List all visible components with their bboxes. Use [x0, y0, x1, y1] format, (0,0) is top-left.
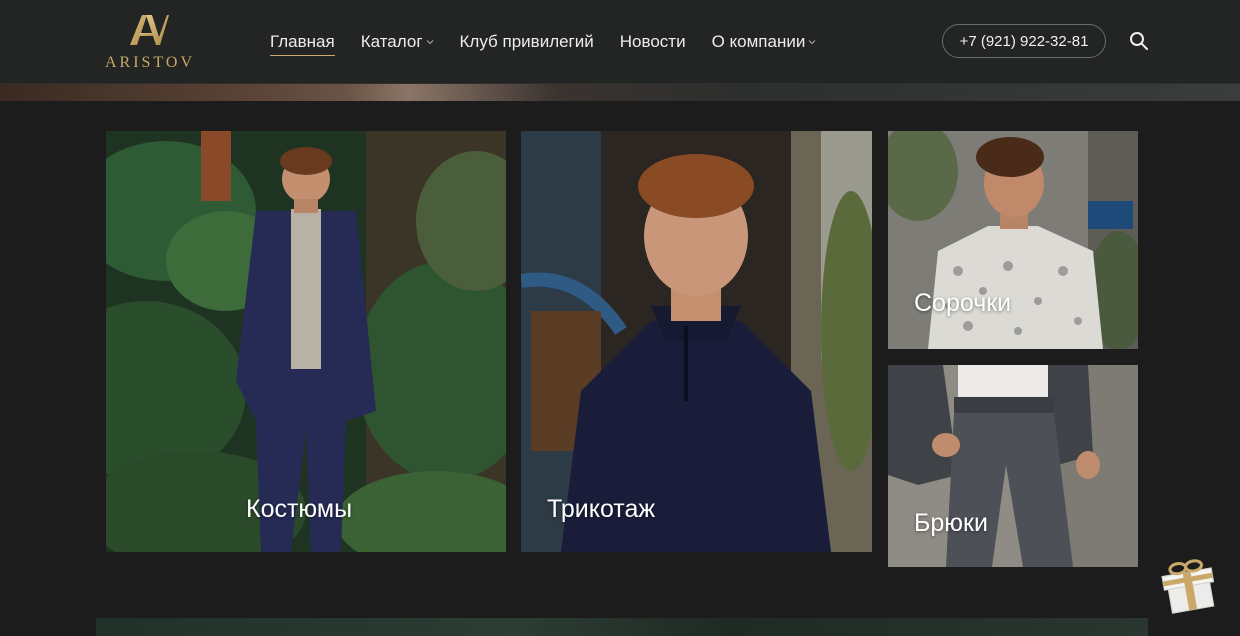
page: ARISTOV Главная Каталог Клуб привилегий …: [0, 0, 1240, 636]
nav-item-news[interactable]: Новости: [620, 30, 686, 54]
category-tile-shirts[interactable]: Сорочки: [888, 131, 1138, 349]
next-section-edge: [96, 618, 1148, 636]
knitwear-photo: [521, 131, 872, 552]
suits-photo: [106, 131, 506, 552]
nav-item-label: Новости: [619, 32, 686, 51]
logo-mark-icon: [130, 15, 169, 45]
chevron-down-icon: [808, 40, 816, 45]
search-icon[interactable]: [1128, 30, 1150, 52]
hero-banner-edge: [0, 84, 1240, 101]
logo[interactable]: ARISTOV: [96, 12, 204, 74]
nav-item-about[interactable]: О компании: [712, 30, 817, 54]
nav-item-label: Главная: [270, 32, 335, 51]
gift-icon[interactable]: [1156, 550, 1222, 616]
category-label: Сорочки: [914, 289, 1012, 317]
main-nav: Главная Каталог Клуб привилегий Новости …: [270, 30, 842, 56]
nav-item-home[interactable]: Главная: [270, 30, 335, 56]
category-label: Трикотаж: [547, 495, 656, 523]
phone-button[interactable]: +7 (921) 922-32-81: [942, 24, 1106, 58]
nav-item-label: О компании: [711, 32, 806, 51]
logo-text: ARISTOV: [104, 54, 196, 71]
site-header: ARISTOV Главная Каталог Клуб привилегий …: [0, 0, 1240, 84]
category-tile-knitwear[interactable]: Трикотаж: [521, 131, 872, 552]
category-tile-trousers[interactable]: Брюки: [888, 365, 1138, 567]
category-label: Брюки: [914, 509, 988, 537]
category-tile-suits[interactable]: Костюмы: [106, 131, 506, 552]
nav-item-label: Каталог: [360, 32, 423, 51]
nav-item-privilege-club[interactable]: Клуб привилегий: [460, 30, 594, 54]
nav-item-label: Клуб привилегий: [459, 32, 594, 51]
nav-item-catalog[interactable]: Каталог: [361, 30, 434, 54]
chevron-down-icon: [426, 40, 433, 45]
category-label: Костюмы: [246, 495, 353, 523]
